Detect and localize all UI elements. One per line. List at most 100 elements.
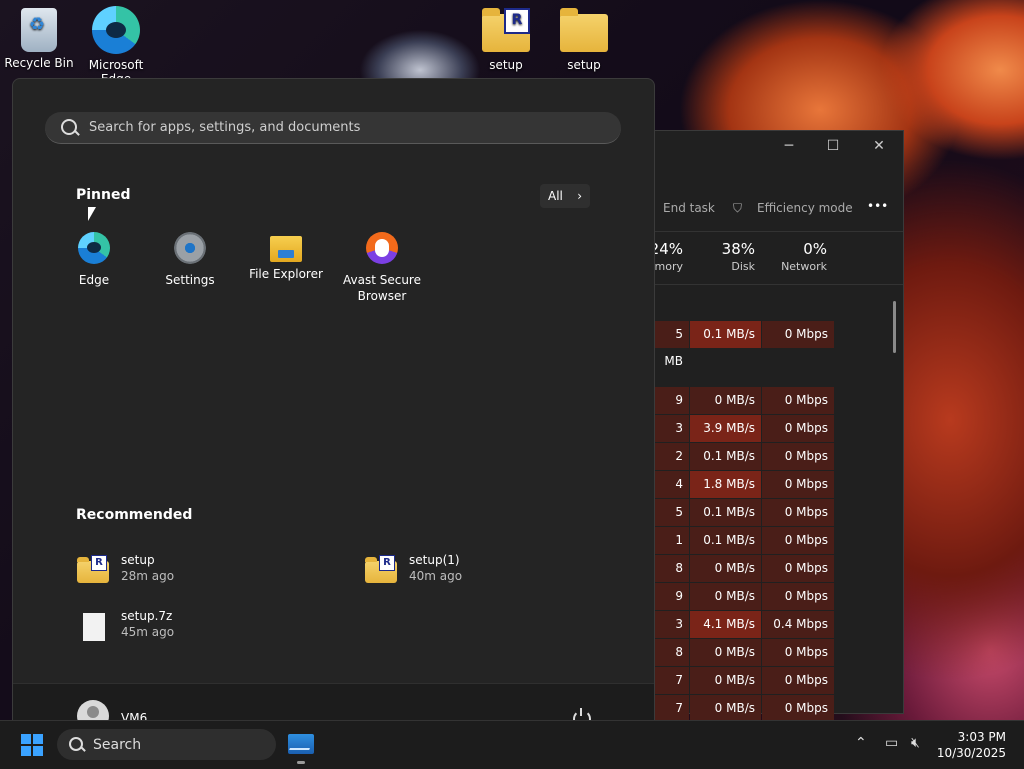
desktop-icon-label: setup <box>489 58 523 72</box>
process-row[interactable]: 1 MB0.1 MB/s0 Mbps <box>655 527 835 574</box>
process-row[interactable]: 7 MB0 MB/s0 Mbps <box>655 695 835 742</box>
folder-icon <box>560 8 608 52</box>
pinned-app-file-explorer[interactable]: File Explorer <box>238 232 334 282</box>
process-mem-cell: 7 MB <box>655 695 689 742</box>
recommended-heading: Recommended <box>76 507 193 523</box>
process-mem-cell: 8 MB <box>655 639 689 686</box>
desktop-icon-setup-folder[interactable]: setup <box>548 8 620 72</box>
recommended-item-setup[interactable]: R setup 28m ago <box>77 553 277 589</box>
recommended-item-setup-7z[interactable]: setup.7z 45m ago <box>77 609 277 645</box>
more-options-button[interactable]: ••• <box>867 199 888 213</box>
process-net-cell: 0 Mbps <box>762 667 834 694</box>
process-row[interactable]: 9 MB0 MB/s0 Mbps <box>655 583 835 630</box>
task-manager-taskbar-icon[interactable] <box>288 734 314 754</box>
efficiency-leaf-icon: ⛉ <box>733 201 743 215</box>
volume-muted-icon[interactable]: 🔇︎ <box>911 735 920 751</box>
file-explorer-icon <box>270 236 302 262</box>
file-icon <box>83 613 105 641</box>
desktop-icon-recycle-bin[interactable]: Recycle Bin <box>3 8 75 70</box>
process-row[interactable]: 5 MB0.1 MB/s0 Mbps <box>655 499 835 546</box>
process-disk-cell: 0 MB/s <box>690 583 761 610</box>
process-row[interactable]: 3 MB4.1 MB/s0.4 Mbps <box>655 611 835 658</box>
taskbar: Search ⌃ ▭ 🔇︎ 3:03 PM 10/30/2025 <box>0 720 1024 769</box>
recommended-item-name: setup.7z <box>121 609 173 623</box>
process-disk-cell: 0 MB/s <box>690 667 761 694</box>
desktop-icon-microsoft-edge[interactable]: Microsoft Edge <box>80 6 152 82</box>
edge-icon <box>92 6 140 54</box>
rar-badge-icon: R <box>91 555 107 571</box>
network-column-header[interactable]: 0% Network <box>765 240 827 273</box>
desktop-icon-setup-archive[interactable]: R setup <box>470 8 542 72</box>
process-mem-cell: 7 MB <box>655 667 689 714</box>
minimize-button[interactable]: ─ <box>779 137 799 155</box>
process-net-cell: 0 Mbps <box>762 639 834 666</box>
pinned-app-label: Settings <box>165 273 215 287</box>
process-mem-cell: 8 MB <box>655 555 689 602</box>
network-icon[interactable]: ▭ <box>885 735 898 751</box>
process-disk-cell: 0.1 MB/s <box>690 443 761 470</box>
clock-time: 3:03 PM <box>957 730 1006 744</box>
process-row[interactable]: 4 MB1.8 MB/s0 Mbps <box>655 471 835 518</box>
process-mem-cell: 4 MB <box>655 471 689 518</box>
process-net-cell: 0 Mbps <box>762 387 834 414</box>
all-apps-button[interactable]: All › <box>540 184 590 208</box>
process-disk-cell: 1.8 MB/s <box>690 471 761 498</box>
process-row[interactable]: 3 MB3.9 MB/s0 Mbps <box>655 415 835 462</box>
recycle-bin-icon <box>21 8 57 52</box>
process-net-cell: 0 Mbps <box>762 415 834 442</box>
process-disk-cell: 3.9 MB/s <box>690 415 761 442</box>
process-disk-cell: 0 MB/s <box>690 555 761 582</box>
taskbar-search[interactable]: Search <box>57 729 276 760</box>
pinned-app-edge[interactable]: Edge <box>46 232 142 288</box>
process-disk-cell: 0 MB/s <box>690 639 761 666</box>
process-net-cell: 0 Mbps <box>762 443 834 470</box>
process-row[interactable]: 7 MB0 MB/s0 Mbps <box>655 667 835 714</box>
process-mem-cell: 9 MB <box>655 387 689 434</box>
gear-icon <box>174 232 206 264</box>
process-net-cell: 0.4 Mbps <box>762 611 834 638</box>
process-net-cell: 0 Mbps <box>762 555 834 582</box>
close-button[interactable]: ✕ <box>869 137 889 155</box>
start-search-box[interactable]: Search for apps, settings, and documents <box>45 112 621 144</box>
end-task-button[interactable]: End task <box>663 201 715 215</box>
archive-folder-icon: R <box>365 555 397 583</box>
process-net-cell: 0 Mbps <box>762 471 834 498</box>
running-indicator <box>297 761 305 764</box>
recommended-item-time: 28m ago <box>121 569 175 583</box>
process-row[interactable]: 5 MB0.1 MB/s0 Mbps <box>655 321 835 368</box>
process-mem-cell: 2 MB <box>655 443 689 490</box>
process-disk-cell: 0 MB/s <box>690 387 761 414</box>
archive-folder-icon: R <box>77 555 109 583</box>
pinned-app-label: Edge <box>78 273 110 287</box>
system-clock[interactable]: 3:03 PM 10/30/2025 <box>937 729 1006 761</box>
process-disk-cell: 0.1 MB/s <box>690 321 761 348</box>
process-net-cell: 0 Mbps <box>762 695 834 722</box>
process-row[interactable]: 9 MB0 MB/s0 Mbps <box>655 387 835 434</box>
process-net-cell: 0 Mbps <box>762 499 834 526</box>
efficiency-mode-button[interactable]: Efficiency mode <box>757 201 853 215</box>
disk-column-header[interactable]: 38% Disk <box>697 240 755 273</box>
recommended-item-name: setup <box>121 553 155 567</box>
user-avatar-icon[interactable] <box>77 700 109 721</box>
scrollbar-thumb[interactable] <box>893 301 896 353</box>
maximize-button[interactable]: ☐ <box>823 137 843 155</box>
process-mem-cell: 5 MB <box>655 499 689 546</box>
start-menu: Search for apps, settings, and documents… <box>12 78 655 722</box>
recommended-item-name: setup(1) <box>409 553 460 567</box>
windows-start-button[interactable] <box>21 734 43 756</box>
chevron-up-icon[interactable]: ⌃ <box>855 735 867 751</box>
pinned-app-settings[interactable]: Settings <box>142 232 238 288</box>
process-mem-cell: 5 MB <box>655 321 689 368</box>
chevron-right-icon: › <box>577 189 582 203</box>
process-row[interactable]: 8 MB0 MB/s0 Mbps <box>655 555 835 602</box>
process-disk-cell: 4.1 MB/s <box>690 611 761 638</box>
mouse-cursor-icon <box>88 207 96 221</box>
pinned-app-avast-secure-browser[interactable]: Avast Secure Browser <box>334 232 430 304</box>
recommended-item-time: 45m ago <box>121 625 175 639</box>
process-mem-cell: 9 MB <box>655 583 689 630</box>
recommended-item-setup-1[interactable]: R setup(1) 40m ago <box>365 553 565 589</box>
process-row[interactable]: 8 MB0 MB/s0 Mbps <box>655 639 835 686</box>
process-row[interactable]: 2 MB0.1 MB/s0 Mbps <box>655 443 835 490</box>
process-mem-cell: 3 MB <box>655 611 689 658</box>
desktop-icon-label: setup <box>567 58 601 72</box>
